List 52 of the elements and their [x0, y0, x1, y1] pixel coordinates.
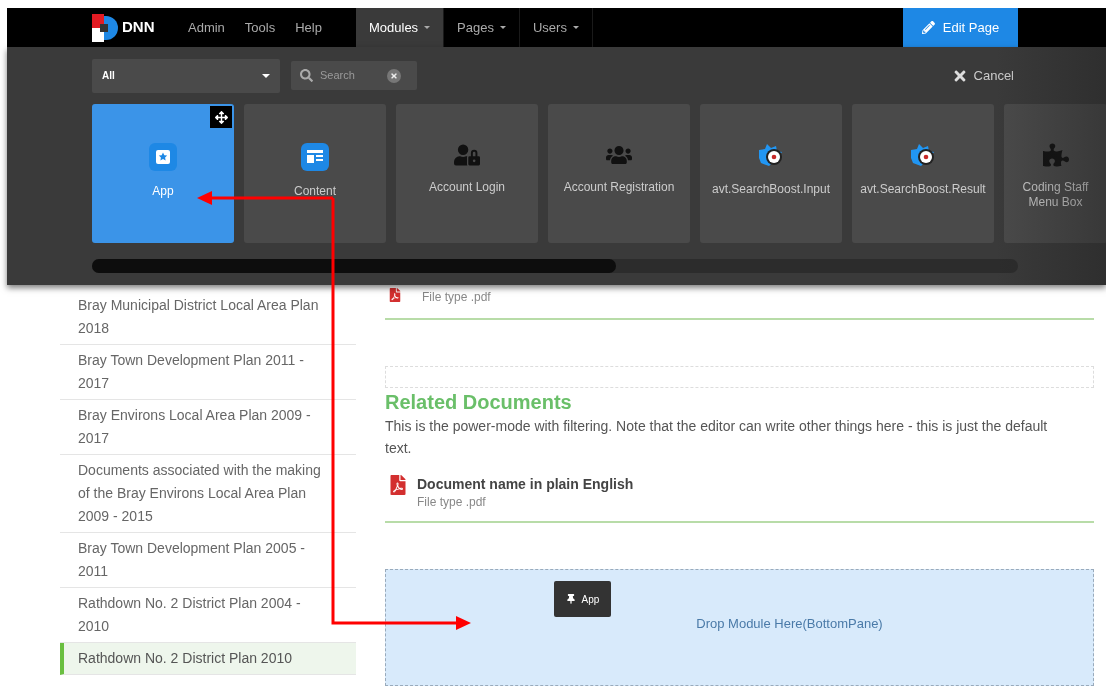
drop-zone-label: Drop Module Here(BottomPane): [696, 615, 883, 633]
dragged-module-chip[interactable]: App: [554, 581, 611, 617]
module-tile[interactable]: App: [92, 104, 234, 243]
module-label: App: [151, 184, 175, 199]
file-type: File type .pdf: [417, 494, 487, 511]
pdf-icon: [388, 475, 408, 495]
document-link[interactable]: Document name in plain English: [417, 475, 634, 493]
module-tile[interactable]: Coding Staff Menu Box: [1004, 104, 1106, 243]
sidebar-item[interactable]: Bray Environs Local Area Plan 2009 - 2017: [60, 400, 356, 455]
user-lock-icon: [454, 142, 480, 168]
clear-icon[interactable]: [387, 68, 401, 83]
module-label: Content: [293, 184, 337, 199]
search-field[interactable]: Search: [291, 61, 417, 90]
drop-zone[interactable]: Drop Module Here(BottomPane) App: [385, 569, 1094, 686]
module-label: Account Login: [427, 180, 507, 195]
module-tile[interactable]: Account Login: [396, 104, 538, 243]
edit-page-button[interactable]: Edit Page: [903, 8, 1018, 47]
section-description: This is the power-mode with filtering. Note that the editor can write other things here - this is just the default text.: [385, 417, 1049, 458]
pdf-icon: [388, 288, 402, 302]
star-app-icon: [148, 142, 178, 172]
module-label: Account Registration: [562, 180, 676, 195]
sidebar-item[interactable]: Bray Town Development Plan 2011 - 2017: [60, 345, 356, 400]
sidebar-item[interactable]: Bray Municipal District Local Area Plan 2018: [60, 290, 356, 345]
category-select[interactable]: All: [92, 58, 280, 93]
module-label: avt.SearchBoost.Result: [859, 182, 987, 197]
logo-text: DNN: [122, 17, 155, 38]
nav-tab[interactable]: Modules: [355, 8, 445, 47]
search-icon: [300, 69, 313, 82]
sidebar-item[interactable]: Rathdown No. 2 District Plan 2010: [60, 643, 356, 675]
file-type: File type .pdf: [421, 289, 491, 306]
module-tile[interactable]: avt.SearchBoost.Result: [852, 104, 994, 243]
module-label: avt.SearchBoost.Input: [710, 182, 832, 197]
pencil-icon: [921, 21, 935, 34]
module-tile[interactable]: avt.SearchBoost.Input: [700, 104, 842, 243]
cancel-button[interactable]: Cancel: [951, 65, 1014, 86]
caret-icon: [262, 73, 270, 78]
module-tile[interactable]: Content: [244, 104, 386, 243]
section-heading: Related Documents: [385, 390, 573, 415]
layout-icon: [300, 142, 330, 172]
caret-icon: [572, 26, 579, 29]
pin-icon: [565, 594, 576, 604]
move-handle-icon[interactable]: [210, 106, 232, 128]
module-label: Coding Staff Menu Box: [1021, 180, 1090, 210]
search-input[interactable]: Search: [320, 67, 380, 84]
caret-icon: [424, 26, 431, 29]
sidebar-item[interactable]: Documents associated with the making of the Bray Environs Local Area Plan 2009 - 2015: [60, 455, 356, 533]
scrollbar-thumb[interactable]: [92, 259, 616, 273]
puzzle-icon: [1042, 142, 1069, 168]
caret-icon: [500, 26, 506, 29]
logo-icon: [92, 13, 118, 42]
sidebar-item[interactable]: Bray Town Development Plan 2005 - 2011: [60, 533, 356, 588]
module-tile[interactable]: Account Registration: [548, 104, 690, 243]
